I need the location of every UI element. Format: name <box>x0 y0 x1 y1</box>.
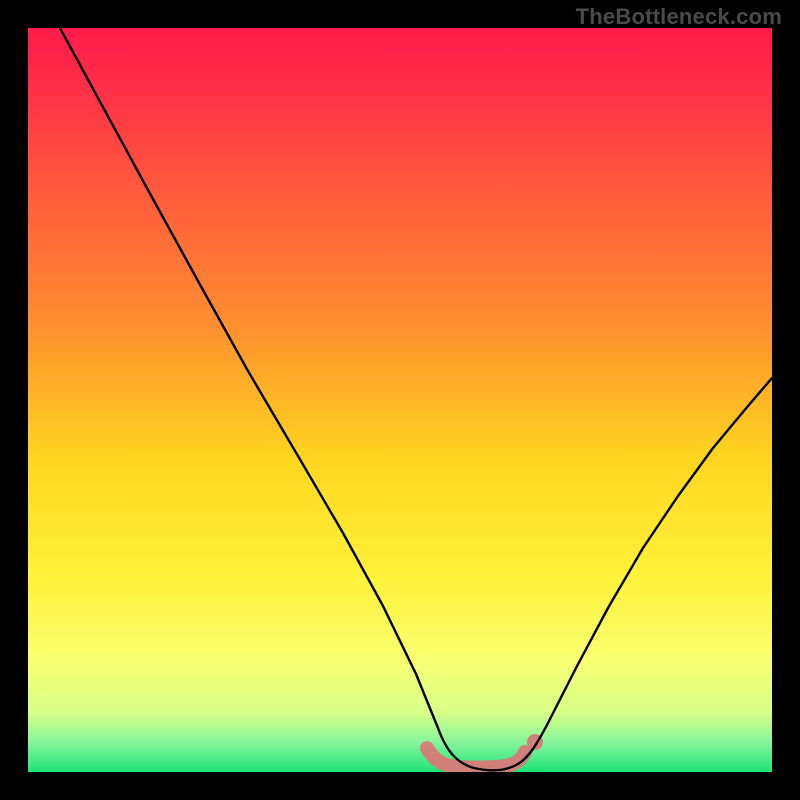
plot-area <box>28 28 772 772</box>
curve-layer <box>28 28 772 772</box>
bottom-marker <box>427 748 525 768</box>
bottleneck-curve-left <box>60 28 772 770</box>
chart-frame: TheBottleneck.com <box>0 0 800 800</box>
watermark-text: TheBottleneck.com <box>576 4 782 30</box>
